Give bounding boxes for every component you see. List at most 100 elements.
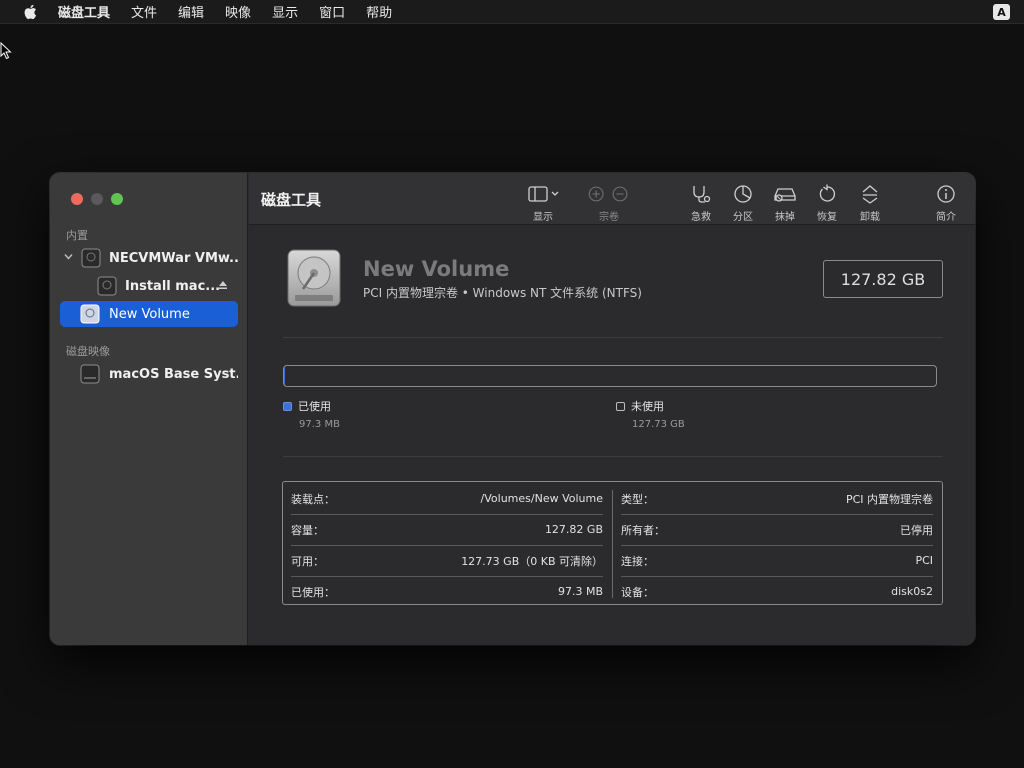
legend-used-label: 已使用: [298, 400, 331, 413]
add-remove-icon: [588, 186, 628, 202]
menu-help[interactable]: 帮助: [366, 2, 392, 21]
sidebar-item-label: macOS Base Syst...: [109, 366, 238, 382]
info-key: 容量：: [291, 523, 324, 537]
info-key: 类型：: [621, 492, 654, 506]
info-value: 127.82 GB: [544, 523, 603, 536]
info-table: 装载点： /Volumes/New Volume 容量： 127.82 GB 可…: [282, 481, 943, 605]
info-row: 所有者： 已停用: [621, 514, 933, 545]
sidebar-item-install[interactable]: Install mac...: [60, 273, 238, 299]
volume-icon: [79, 303, 101, 325]
sidebar-item-new-volume[interactable]: New Volume: [60, 301, 238, 327]
info-key: 设备：: [621, 585, 654, 599]
info-row: 可用： 127.73 GB（0 KB 可清除）: [291, 545, 603, 576]
info-row: 已使用： 97.3 MB: [291, 576, 603, 607]
sidebar: 内置 NECVMWar VMw... Install mac... New Vo…: [50, 173, 248, 645]
info-row: 类型： PCI 内置物理宗卷: [621, 483, 933, 514]
erase-button[interactable]: 抹掉: [763, 183, 807, 223]
first-aid-button[interactable]: 急救: [679, 183, 723, 223]
disk-image-icon: [79, 363, 101, 385]
input-source-indicator[interactable]: A: [993, 4, 1010, 20]
info-value: 127.73 GB（0 KB 可清除）: [461, 554, 603, 568]
legend-used: 已使用: [283, 398, 331, 414]
menu-edit[interactable]: 编辑: [178, 2, 204, 21]
partition-button[interactable]: 分区: [721, 183, 765, 223]
info-row: 装载点： /Volumes/New Volume: [291, 483, 603, 514]
used-swatch-icon: [283, 401, 292, 411]
menu-file[interactable]: 文件: [131, 2, 157, 21]
sidebar-item-label: New Volume: [109, 306, 190, 322]
divider: [283, 456, 943, 457]
disclosure-chevron-icon[interactable]: [64, 252, 73, 264]
volume-name: New Volume: [363, 257, 510, 281]
volume-button[interactable]: 宗卷: [587, 183, 631, 223]
info-value: PCI 内置物理宗卷: [845, 492, 933, 506]
info-key: 装载点：: [291, 492, 335, 506]
disk-utility-window: 内置 NECVMWar VMw... Install mac... New Vo…: [50, 173, 975, 645]
capacity-badge: 127.82 GB: [823, 260, 943, 298]
pie-chart-icon: [734, 185, 752, 203]
info-icon: [937, 185, 955, 203]
info-key: 所有者：: [621, 523, 665, 537]
info-value: 已停用: [900, 523, 933, 537]
menu-app-name[interactable]: 磁盘工具: [58, 2, 110, 21]
usage-bar: [283, 365, 937, 387]
menu-view[interactable]: 显示: [272, 2, 298, 21]
menu-window[interactable]: 窗口: [319, 2, 345, 21]
info-key: 可用：: [291, 554, 324, 568]
volume-icon: [96, 275, 118, 297]
legend-free-label: 未使用: [631, 400, 664, 413]
menu-images[interactable]: 映像: [225, 2, 251, 21]
toolbar: 磁盘工具 显示 宗卷 急救 分区 抹掉 恢复 卸载 简介: [249, 173, 975, 225]
mouse-cursor-icon: [0, 42, 12, 60]
stethoscope-icon: [693, 186, 711, 203]
eject-icon[interactable]: [218, 280, 228, 293]
legend-free: 未使用: [616, 398, 664, 414]
restore-label: 恢复: [817, 212, 837, 223]
sidebar-item-disk[interactable]: NECVMWar VMw...: [60, 245, 238, 271]
menu-bar: 磁盘工具 文件 编辑 映像 显示 窗口 帮助 A: [0, 0, 1024, 24]
info-column-left: 装载点： /Volumes/New Volume 容量： 127.82 GB 可…: [283, 482, 611, 606]
hard-drive-icon: [80, 247, 102, 269]
window-controls: [71, 193, 123, 205]
volume-description: PCI 内置物理宗卷 • Windows NT 文件系统 (NTFS): [363, 286, 642, 300]
info-row: 容量： 127.82 GB: [291, 514, 603, 545]
view-button[interactable]: 显示: [521, 183, 565, 223]
info-row: 连接： PCI: [621, 545, 933, 576]
info-value: disk0s2: [891, 585, 933, 598]
usage-bar-used-fill: [284, 366, 285, 386]
free-swatch-icon: [616, 401, 625, 411]
zoom-button[interactable]: [111, 193, 123, 205]
sidebar-item-base-system[interactable]: macOS Base Syst...: [60, 361, 238, 387]
partition-label: 分区: [733, 212, 753, 223]
restore-button[interactable]: 恢复: [805, 183, 849, 223]
unmount-icon: [862, 185, 878, 204]
sidebar-item-label: NECVMWar VMw...: [109, 250, 238, 266]
legend-used-value: 97.3 MB: [299, 419, 340, 430]
info-column-right: 类型： PCI 内置物理宗卷 所有者： 已停用 连接： PCI 设备： disk…: [613, 482, 943, 606]
volume-large-icon: [285, 249, 343, 313]
divider: [283, 337, 943, 338]
unmount-button[interactable]: 卸载: [848, 183, 892, 223]
info-value: PCI: [915, 554, 933, 567]
info-value: /Volumes/New Volume: [480, 492, 603, 505]
volume-label: 宗卷: [599, 212, 619, 223]
window-title: 磁盘工具: [261, 191, 322, 209]
main-pane: 磁盘工具 显示 宗卷 急救 分区 抹掉 恢复 卸载 简介 New Volume …: [249, 173, 975, 645]
view-label: 显示: [533, 212, 553, 223]
info-value: 97.3 MB: [557, 585, 603, 598]
close-button[interactable]: [71, 193, 83, 205]
info-key: 已使用：: [291, 585, 335, 599]
restore-arrow-icon: [819, 184, 836, 202]
info-button[interactable]: 简介: [924, 183, 968, 223]
legend-free-value: 127.73 GB: [632, 419, 685, 430]
sidebar-item-label: Install mac...: [125, 278, 221, 294]
unmount-label: 卸载: [860, 212, 880, 223]
sidebar-toggle-icon: [528, 186, 559, 202]
info-row: 设备： disk0s2: [621, 576, 933, 607]
sidebar-section-images: 磁盘映像: [66, 345, 110, 358]
minimize-button[interactable]: [91, 193, 103, 205]
erase-drive-icon: [774, 188, 796, 202]
info-key: 连接：: [621, 554, 654, 568]
first-aid-label: 急救: [691, 212, 711, 223]
apple-menu-icon[interactable]: [22, 4, 38, 20]
